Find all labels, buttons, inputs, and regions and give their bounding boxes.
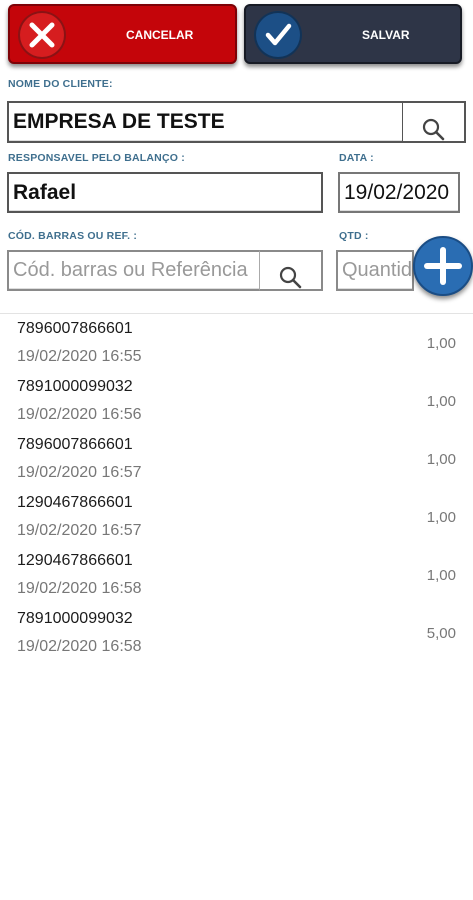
list-item[interactable]: 7891000099032 19/02/2020 16:56 1,00 [0, 376, 473, 434]
items-list: 7896007866601 19/02/2020 16:55 1,00 7891… [0, 318, 473, 666]
cancel-label: CANCELAR [126, 28, 194, 42]
divider [0, 313, 473, 314]
barcode-search-button[interactable] [259, 250, 323, 291]
list-item[interactable]: 7891000099032 19/02/2020 16:58 5,00 [0, 608, 473, 666]
client-value: EMPRESA DE TESTE [13, 110, 225, 133]
list-item[interactable]: 1290467866601 19/02/2020 16:57 1,00 [0, 492, 473, 550]
item-qty: 1,00 [426, 451, 456, 468]
qty-input[interactable]: Quantidade [336, 250, 414, 291]
barcode-placeholder: Cód. barras ou Referência [13, 259, 248, 281]
barcode-input[interactable]: Cód. barras ou Referência [7, 250, 261, 291]
list-item[interactable]: 7896007866601 19/02/2020 16:57 1,00 [0, 434, 473, 492]
list-item[interactable]: 7896007866601 19/02/2020 16:55 1,00 [0, 318, 473, 376]
item-datetime: 19/02/2020 16:57 [17, 522, 142, 539]
item-qty: 1,00 [426, 509, 456, 526]
item-qty: 1,00 [426, 335, 456, 352]
item-code: 7896007866601 [17, 320, 133, 337]
item-code: 1290467866601 [17, 552, 133, 569]
action-bar: CANCELAR SALVAR [0, 0, 473, 70]
item-code: 1290467866601 [17, 494, 133, 511]
item-code: 7891000099032 [17, 610, 133, 627]
client-search-button[interactable] [402, 101, 466, 143]
responsible-field[interactable]: Rafael [7, 172, 323, 213]
item-datetime: 19/02/2020 16:58 [17, 638, 142, 655]
barcode-label: CÓD. BARRAS OU REF. : [8, 230, 138, 242]
date-field[interactable]: 19/02/2020 [338, 172, 460, 213]
item-datetime: 19/02/2020 16:57 [17, 464, 142, 481]
item-qty: 1,00 [426, 567, 456, 584]
list-item[interactable]: 1290467866601 19/02/2020 16:58 1,00 [0, 550, 473, 608]
close-icon [18, 11, 66, 59]
date-label: DATA : [339, 152, 374, 164]
check-icon [254, 11, 302, 59]
client-label: NOME DO CLIENTE: [8, 78, 113, 90]
client-field[interactable]: EMPRESA DE TESTE [7, 101, 405, 143]
item-qty: 5,00 [426, 625, 456, 642]
search-icon [279, 266, 302, 289]
plus-icon [424, 247, 462, 285]
search-icon [422, 118, 445, 141]
cancel-button[interactable]: CANCELAR [8, 4, 237, 64]
item-code: 7891000099032 [17, 378, 133, 395]
qty-placeholder: Quantidade [342, 259, 413, 281]
qty-label: QTD : [339, 230, 369, 242]
save-button[interactable]: SALVAR [244, 4, 462, 64]
item-datetime: 19/02/2020 16:58 [17, 580, 142, 597]
add-item-button[interactable] [413, 236, 473, 296]
item-datetime: 19/02/2020 16:56 [17, 406, 142, 423]
item-datetime: 19/02/2020 16:55 [17, 348, 142, 365]
responsible-value: Rafael [13, 180, 77, 204]
save-label: SALVAR [362, 28, 410, 42]
responsible-label: RESPONSAVEL PELO BALANÇO : [8, 152, 185, 164]
item-code: 7896007866601 [17, 436, 133, 453]
item-qty: 1,00 [426, 393, 456, 410]
date-value: 19/02/2020 [344, 180, 450, 204]
